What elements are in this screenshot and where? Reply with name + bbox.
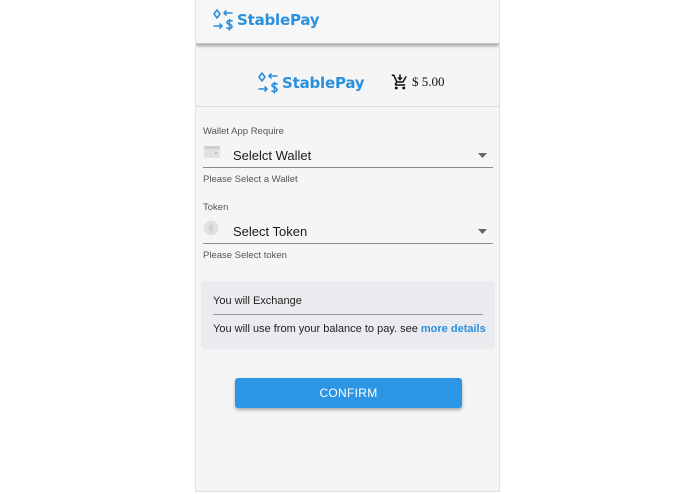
app-brand-name: StablePay [237,11,320,29]
exchange-info-divider [213,314,483,315]
wallet-icon [204,146,220,158]
header-brand-name: StablePay [282,74,365,92]
token-helper-text: Please Select token [203,250,287,261]
token-select-value: Select Token [233,224,308,239]
confirm-button[interactable]: CONFIRM [235,378,462,408]
token-select[interactable]: Select Token [203,219,493,244]
wallet-label: Wallet App Require [203,126,284,137]
app-bar: StablePay [196,0,499,44]
stablepay-logo-icon [258,72,278,94]
payment-screen: StablePay StablePay $ 5.00 Wallet App Re… [195,0,500,492]
exchange-info-message: You will use from your balance to pay. s… [213,323,418,335]
order-price: $ 5.00 [412,74,445,89]
cart-icon [391,74,407,90]
payment-header: StablePay $ 5.00 [196,44,499,107]
token-icon [203,220,219,236]
exchange-info-title: You will Exchange [213,295,302,307]
stablepay-logo-icon [213,9,233,31]
wallet-select[interactable]: Selelct Wallet [203,143,493,168]
chevron-down-icon [478,153,487,158]
chevron-down-icon [478,229,487,234]
merchant-logo: StablePay [256,72,365,94]
wallet-helper-text: Please Select a Wallet [203,174,298,185]
cart-summary: $ 5.00 [391,73,445,91]
exchange-info-text: You will use from your balance to pay. s… [213,323,486,335]
exchange-info-panel: You will Exchange You will use from your… [201,281,495,349]
token-label: Token [203,202,229,213]
wallet-select-value: Selelct Wallet [233,148,312,163]
app-logo: StablePay [211,9,320,31]
more-details-link[interactable]: more details [421,323,486,335]
